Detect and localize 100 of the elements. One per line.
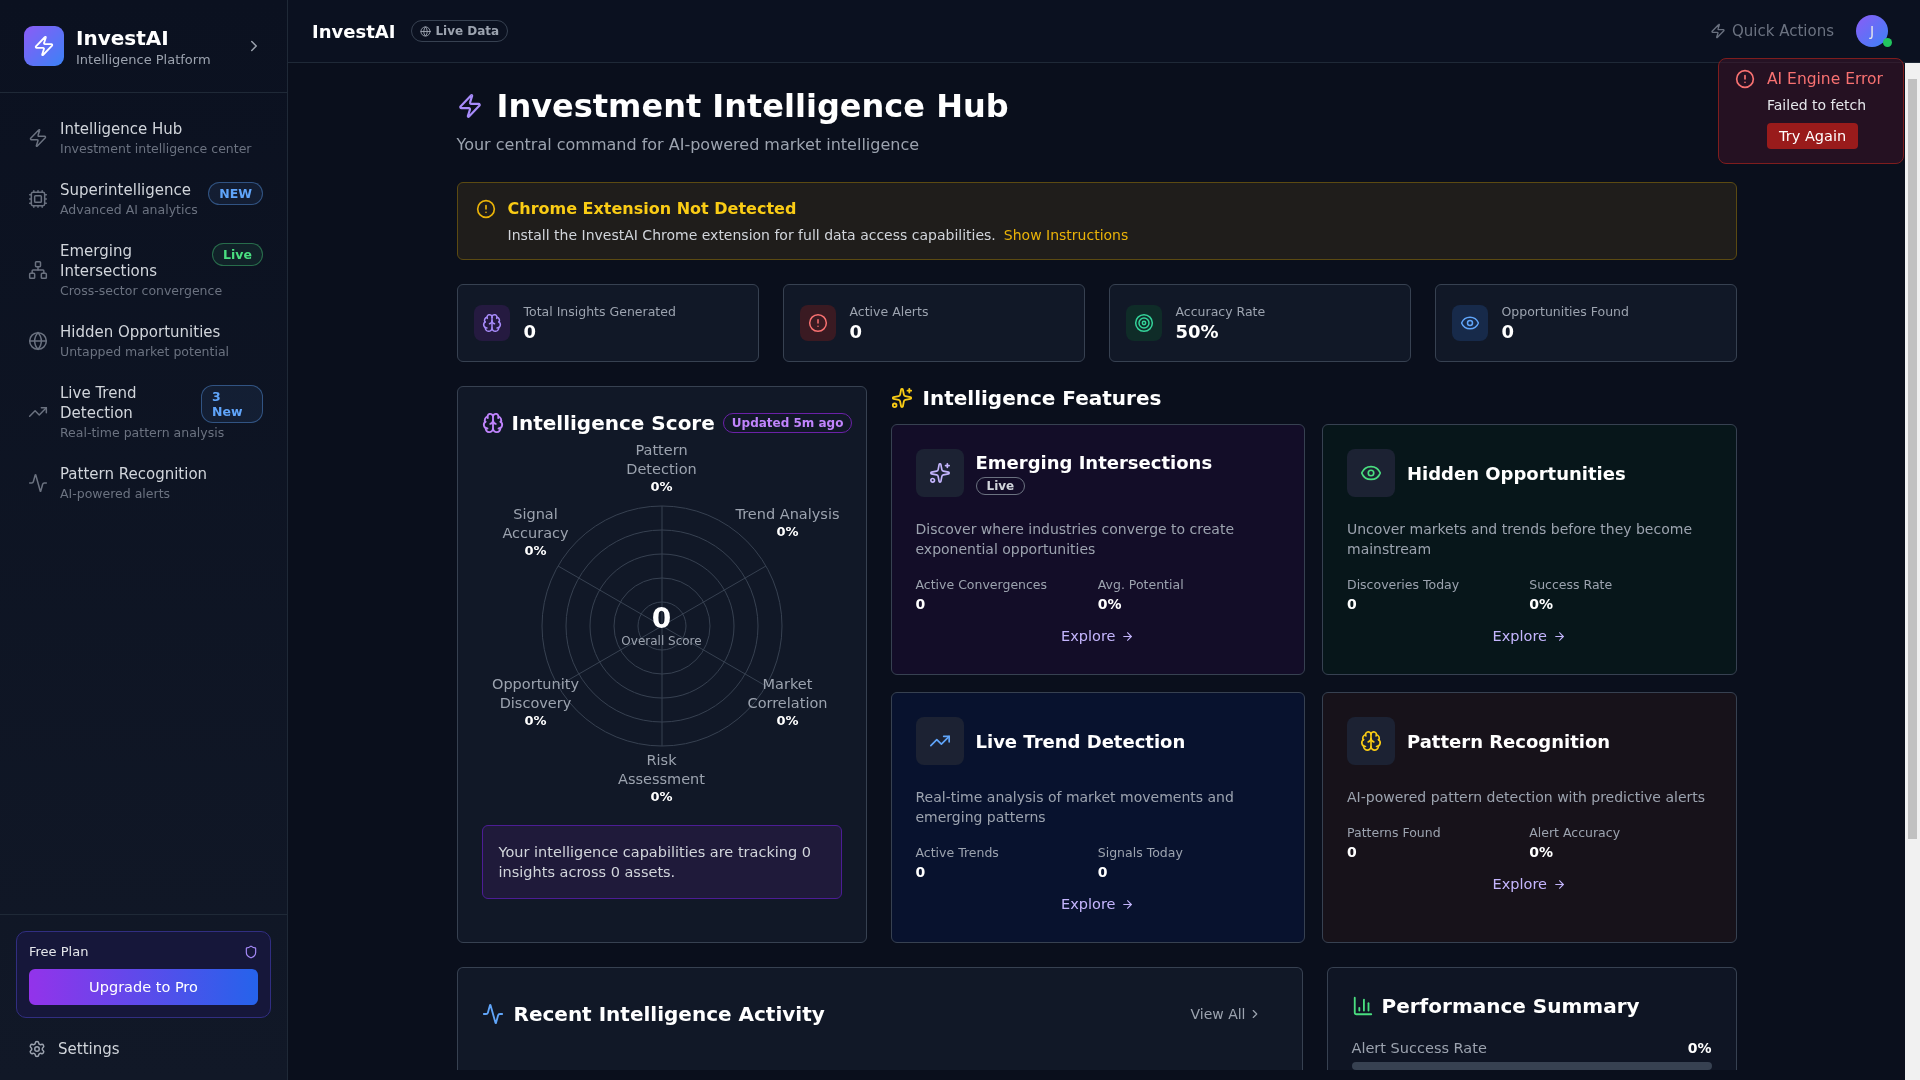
feature-description: AI-powered pattern detection with predictive alerts [1347,788,1707,807]
upgrade-button[interactable]: Upgrade to Pro [29,969,258,1005]
metric-label: Active Convergences [915,577,1049,592]
metric-value: 0% [1529,596,1555,612]
metric-value: 0 [1097,864,1109,880]
toast-title: AI Engine Error [1767,70,1883,88]
nav-item[interactable]: Emerging Intersections Cross-sector convergence Live [16,231,271,308]
dimension-value: 0% [650,789,673,804]
metric-value: 0 [1347,596,1358,612]
lightning-icon [28,127,48,148]
nav-item[interactable]: Pattern Recognition AI-powered alerts [16,454,271,511]
metric-label: Active Trends [915,845,1000,860]
feature-title: Pattern Recognition [1407,730,1611,752]
scrollbar[interactable] [1905,63,1920,1080]
dimension-label: Signal Accuracy [501,505,570,543]
dimension-label: Market Correlation [746,675,829,713]
app-title: InvestAI [312,20,396,42]
explore-link[interactable]: Explore [1061,896,1135,912]
hierarchy-icon [28,259,48,280]
error-icon [1735,69,1755,89]
stat-label: Active Alerts [849,304,929,319]
dimension-label: Trend Analysis [735,505,840,524]
dimension-value: 0% [524,543,547,558]
feature-title: Emerging Intersections [975,451,1213,473]
nav-item[interactable]: Superintelligence Advanced AI analytics NEW [16,170,271,227]
stat-value: 0 [849,321,864,342]
score-title: Intelligence Score [511,411,715,435]
nav-item[interactable]: Live Trend Detection Real-time pattern analysis 3 New [16,373,271,450]
nav-badge: NEW [208,182,263,205]
alert-icon [807,313,828,333]
explore-link[interactable]: Explore [1061,628,1135,644]
globe-icon [28,330,48,351]
brain-icon [481,313,502,333]
warning-icon [475,199,496,219]
activity-title: Recent Intelligence Activity [513,1002,825,1026]
instructions-link[interactable]: Show Instructions [1003,227,1129,243]
metric-value: 0% [1529,844,1555,860]
dimension-label: Pattern Detection [625,441,698,479]
lightning-icon [456,93,483,119]
dimension-label: Opportunity Discovery [491,675,580,713]
brain-icon [1360,730,1382,752]
globe-icon [420,25,432,37]
logo-icon [24,26,64,66]
view-all-link[interactable]: View All [1190,1006,1262,1022]
nav-item[interactable]: Intelligence Hub Investment intelligence center [16,109,271,166]
alert-message: Install the InvestAI Chrome extension for full data access capabilities. Show Instructions [507,227,1130,243]
stat-label: Opportunities Found [1501,304,1629,319]
online-dot [1883,38,1892,47]
eye-icon [1459,313,1480,333]
gear-icon [28,1040,46,1058]
page-subtitle: Your central command for AI-powered market intelligence [456,135,921,154]
stat-label: Total Insights Generated [523,304,676,319]
arrow-right-icon [1552,877,1566,891]
feature-title: Hidden Opportunities [1407,462,1626,484]
sparkles-icon [928,462,951,484]
dimension-label: Risk Assessment [617,751,706,789]
quick-actions-button[interactable]: Quick Actions [1704,21,1840,41]
nav-badge: Live [212,243,263,266]
try-again-button[interactable]: Try Again [1767,123,1859,149]
alert-title: Chrome Extension Not Detected [507,199,798,219]
nav-badge: 3 New [201,385,263,423]
lightning-icon [1710,23,1726,39]
metric-label: Alert Success Rate [1351,1040,1487,1056]
explore-link[interactable]: Explore [1492,876,1566,892]
brain-icon [481,412,504,434]
shield-icon [244,944,258,959]
explore-link[interactable]: Explore [1492,628,1566,644]
stat-value: 0 [523,321,538,342]
nav-item[interactable]: Hidden Opportunities Untapped market potential [16,312,271,369]
plan-name: Free Plan [29,944,89,959]
chip-icon [28,188,48,209]
score-summary: Your intelligence capabilities are tracking 0 insights across 0 assets. [481,825,842,899]
metric-label: Success Rate [1529,577,1614,592]
brand-name: InvestAI [76,25,170,50]
brand-tagline: Intelligence Platform [76,51,212,67]
features-title: Intelligence Features [922,386,1162,410]
target-icon [1133,313,1154,333]
overall-score-label: Overall Score [621,634,702,648]
pulse-icon [481,1003,504,1025]
dimension-value: 0% [650,479,673,494]
metric-label: Patterns Found [1347,825,1442,840]
page-title: Investment Intelligence Hub [496,87,1009,125]
metric-value: 0 [1347,844,1358,860]
dimension-value: 0% [776,713,799,728]
arrow-right-icon [1552,629,1566,643]
stat-label: Accuracy Rate [1175,304,1266,319]
performance-title: Performance Summary [1381,994,1640,1018]
bar-chart-icon [1351,995,1374,1017]
dimension-value: 0% [776,524,799,539]
metric-value: 0 [915,864,927,880]
toast-message: Failed to fetch [1767,97,1867,113]
metric-value: 0 [915,596,927,612]
dimension-value: 0% [524,713,547,728]
arrow-right-icon [1121,629,1135,643]
metric-value: 0% [1097,596,1123,612]
pulse-icon [28,472,48,493]
stat-value: 0 [1501,321,1516,342]
feature-description: Discover where industries converge to create exponential opportunities [915,520,1236,559]
settings-link[interactable]: Settings [16,1018,271,1064]
metric-label: Signals Today [1097,845,1184,860]
